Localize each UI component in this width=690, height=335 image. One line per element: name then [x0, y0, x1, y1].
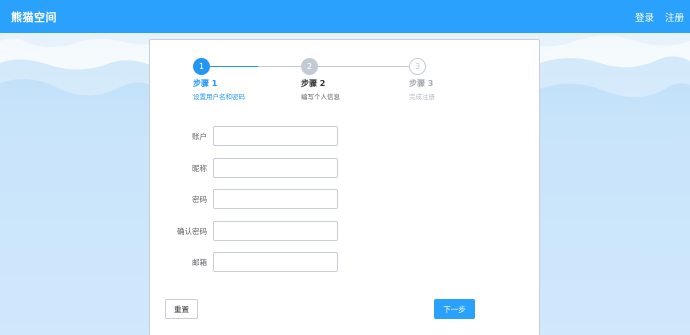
form-row-password: 密码: [150, 189, 541, 209]
step-line-2-3: [318, 66, 409, 67]
email-input[interactable]: [213, 252, 338, 272]
form-row-email: 邮箱: [150, 252, 541, 272]
confirm-password-input[interactable]: [213, 221, 338, 241]
form-row-account: 账户: [150, 126, 541, 146]
confirm-password-label: 确认密码: [177, 226, 207, 236]
step-2-desc: 编写个人信息: [301, 93, 340, 101]
step-line-1-2: [258, 66, 301, 67]
step-2-title: 步骤 2: [301, 79, 326, 88]
step-1-desc: 设置用户名和密码: [193, 93, 245, 101]
step-2-number: 2: [306, 62, 313, 71]
top-navbar: 熊猫空间 登录 注册: [0, 0, 690, 33]
form-row-nickname: 昵称: [150, 158, 541, 178]
account-label: 账户: [192, 131, 207, 141]
step-3-circle: 3: [409, 58, 426, 75]
reset-button[interactable]: 重置: [165, 299, 198, 319]
step-3-number: 3: [414, 62, 421, 71]
register-link[interactable]: 注册: [665, 10, 684, 24]
step-1-number: 1: [198, 62, 205, 71]
account-input[interactable]: [213, 126, 338, 146]
form-row-confirm-password: 确认密码: [150, 221, 541, 241]
email-label: 邮箱: [192, 257, 207, 267]
step-3-title: 步骤 3: [409, 79, 434, 88]
step-3-desc: 完成注册: [409, 93, 435, 101]
next-step-button[interactable]: 下一步: [434, 299, 475, 319]
password-input[interactable]: [213, 189, 338, 209]
auth-nav: 登录 注册: [635, 10, 684, 24]
step-2-circle: 2: [301, 58, 318, 75]
step-1-circle: 1: [193, 58, 210, 75]
nickname-input[interactable]: [213, 158, 338, 178]
register-card: 1 步骤 1 设置用户名和密码 2 步骤 2 编写个人信息 3 步骤 3 完成注…: [149, 39, 540, 335]
nickname-label: 昵称: [192, 163, 207, 173]
step-line-active: [210, 66, 258, 67]
steps-indicator: 1 步骤 1 设置用户名和密码 2 步骤 2 编写个人信息 3 步骤 3 完成注…: [150, 40, 541, 110]
step-1-title: 步骤 1: [193, 79, 218, 88]
login-link[interactable]: 登录: [635, 10, 654, 24]
password-label: 密码: [192, 194, 207, 204]
brand-logo-text[interactable]: 熊猫空间: [11, 9, 57, 25]
